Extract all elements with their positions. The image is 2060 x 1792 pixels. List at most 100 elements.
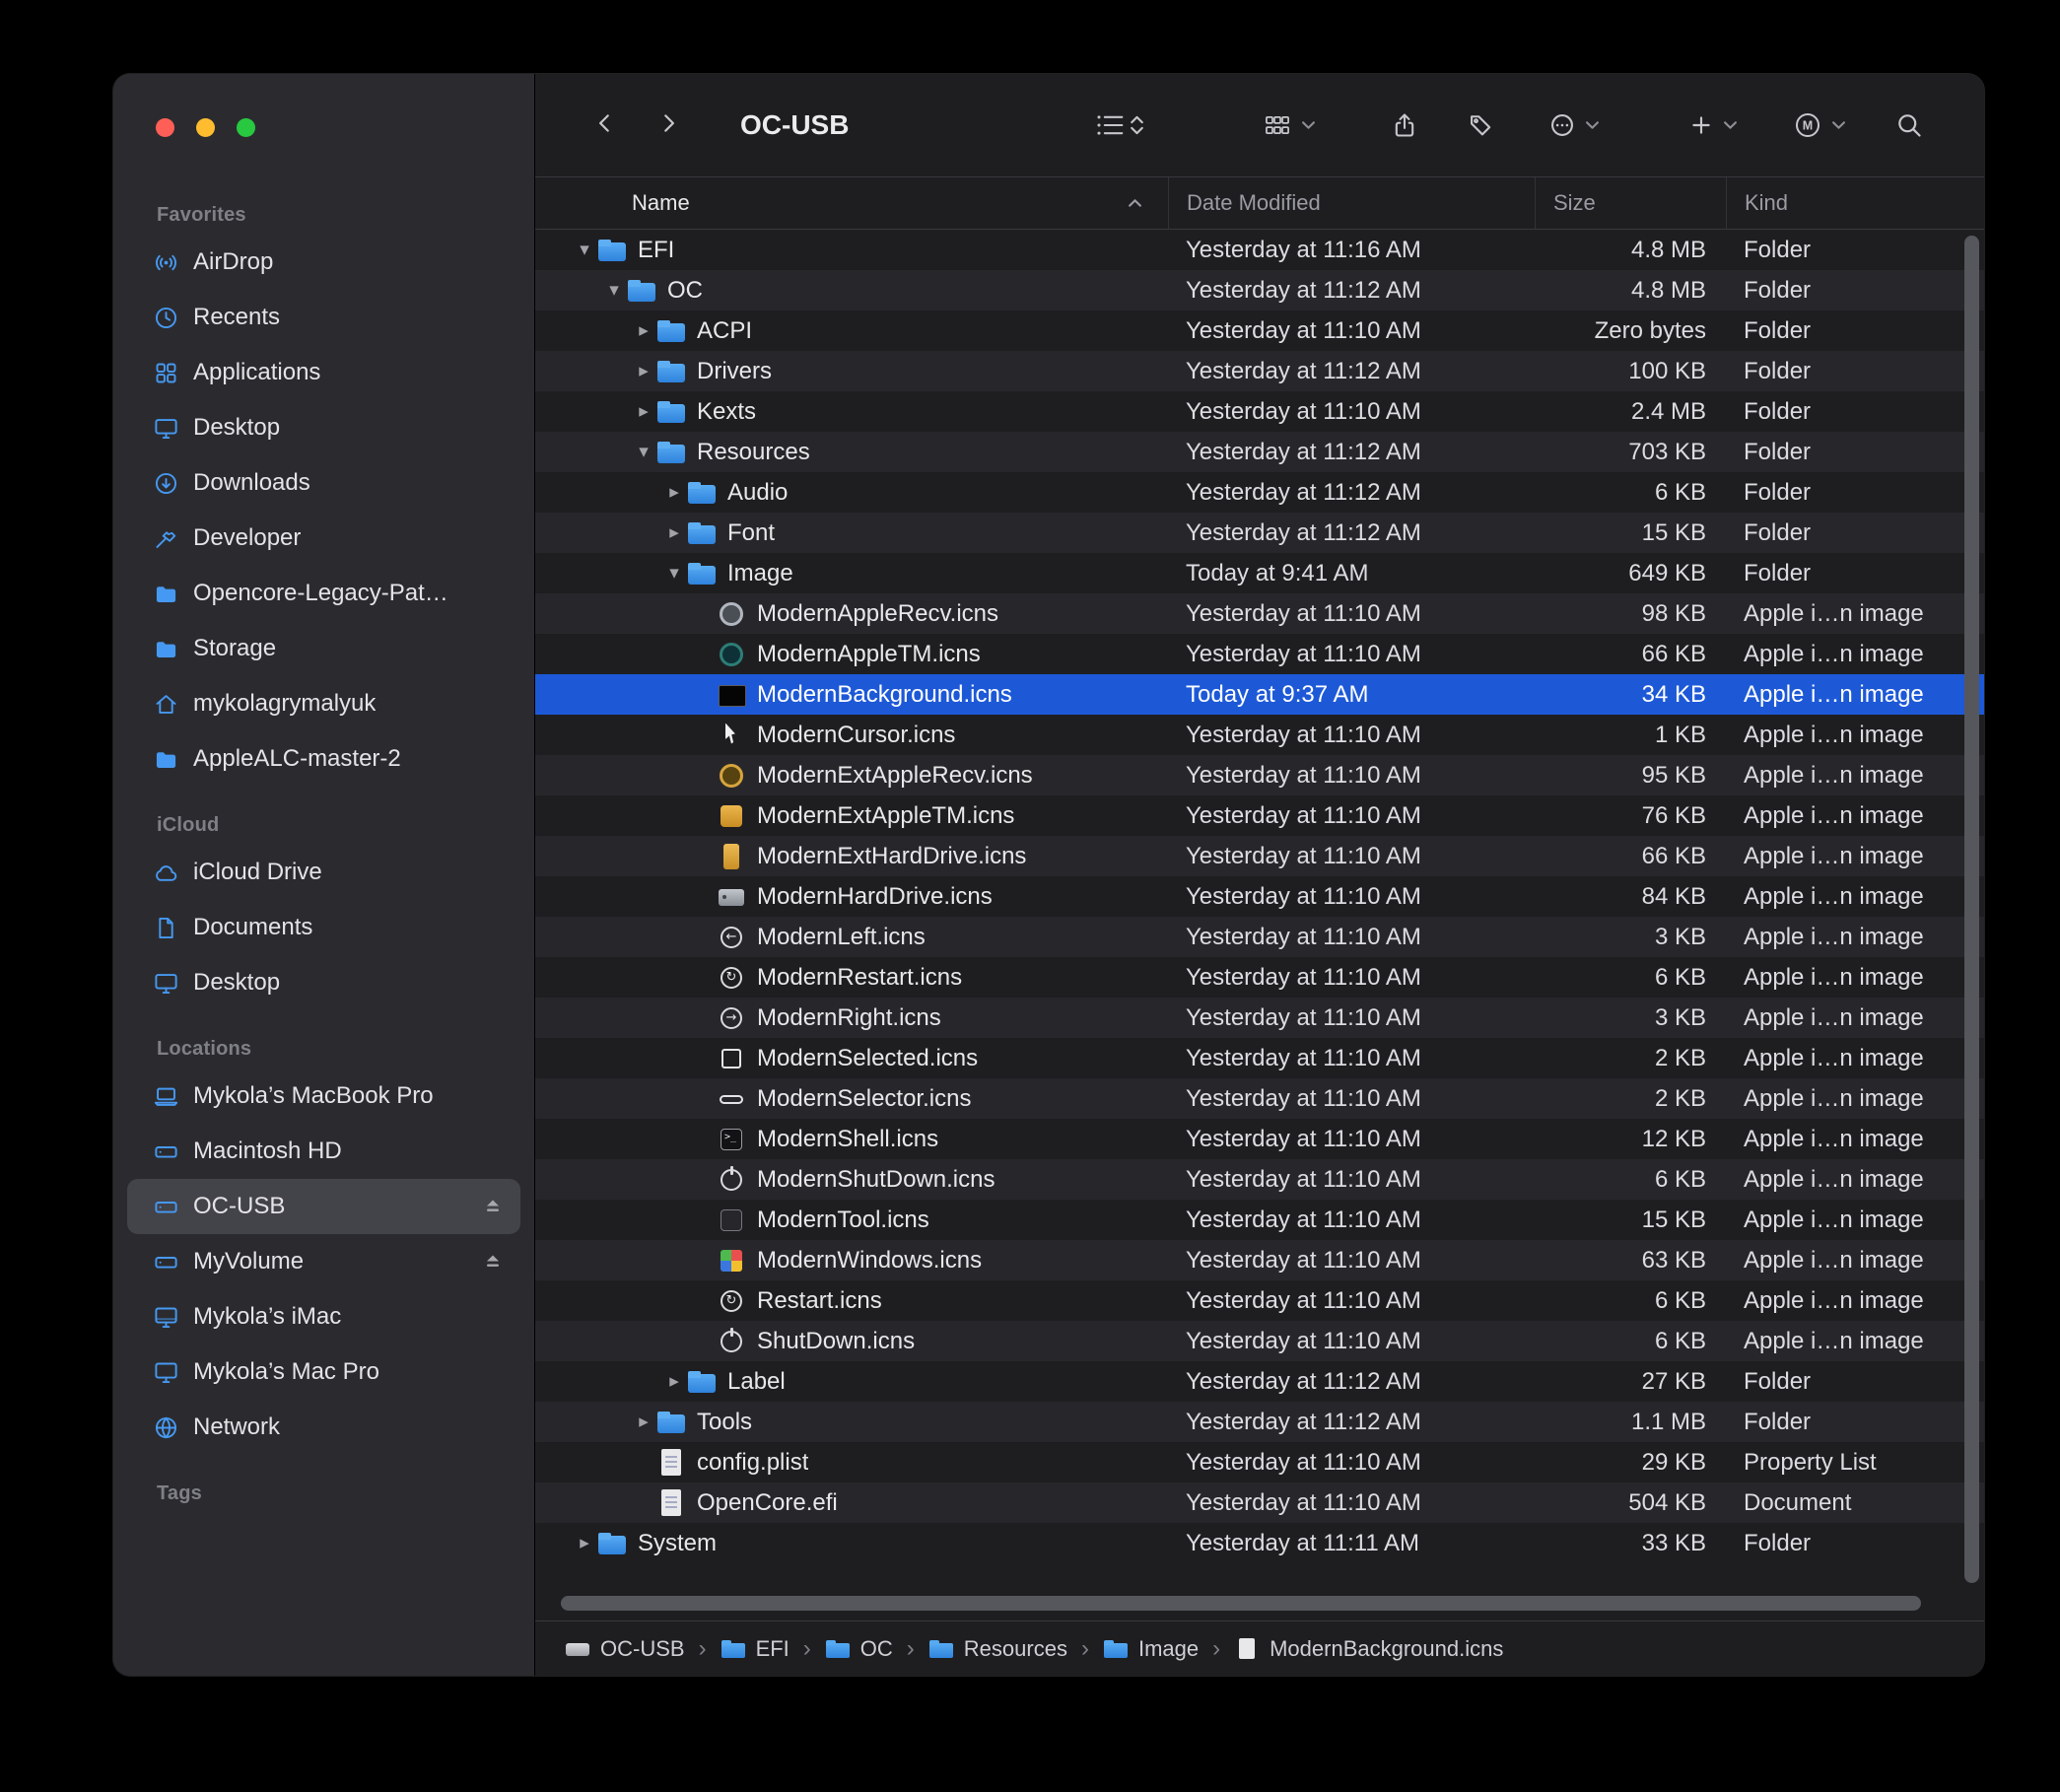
table-row[interactable]: ModernAppleRecv.icns Yesterday at 11:10 … <box>535 593 1984 634</box>
table-row[interactable]: ShutDown.icns Yesterday at 11:10 AM 6 KB… <box>535 1321 1984 1361</box>
disclosure-triangle[interactable] <box>631 321 656 340</box>
table-row[interactable]: ModernCursor.icns Yesterday at 11:10 AM … <box>535 715 1984 755</box>
disclosure-triangle[interactable] <box>661 564 687 583</box>
table-row[interactable]: ModernExtAppleRecv.icns Yesterday at 11:… <box>535 755 1984 795</box>
eject-icon[interactable] <box>481 1195 505 1218</box>
disclosure-triangle[interactable] <box>631 402 656 421</box>
horizontal-scrollbar[interactable] <box>561 1596 1921 1611</box>
group-by-button[interactable] <box>1263 111 1316 139</box>
search-button[interactable] <box>1895 111 1923 139</box>
table-row[interactable]: Tools Yesterday at 11:12 AM 1.1 MB Folde… <box>535 1402 1984 1442</box>
sidebar-item-desktop[interactable]: Desktop <box>127 400 520 455</box>
table-row[interactable]: ModernSelected.icns Yesterday at 11:10 A… <box>535 1038 1984 1078</box>
disclosure-triangle[interactable] <box>661 1372 687 1391</box>
sidebar-item-developer[interactable]: Developer <box>127 511 520 566</box>
sidebar-item-myvolume[interactable]: MyVolume <box>127 1234 520 1289</box>
table-row[interactable]: EFI Yesterday at 11:16 AM 4.8 MB Folder <box>535 230 1984 270</box>
table-row[interactable]: ModernRestart.icns Yesterday at 11:10 AM… <box>535 957 1984 998</box>
share-button[interactable] <box>1391 110 1418 140</box>
table-row[interactable]: OC Yesterday at 11:12 AM 4.8 MB Folder <box>535 270 1984 310</box>
back-button[interactable] <box>590 108 620 142</box>
view-switcher-button[interactable] <box>1095 111 1144 139</box>
table-row[interactable]: ModernSelector.icns Yesterday at 11:10 A… <box>535 1078 1984 1119</box>
disclosure-triangle[interactable] <box>661 523 687 542</box>
table-row[interactable]: ModernBackground.icns Today at 9:37 AM 3… <box>535 674 1984 715</box>
sidebar-item-icloud-drive[interactable]: iCloud Drive <box>127 845 520 900</box>
sidebar-item-desktop-icloud[interactable]: Desktop <box>127 955 520 1010</box>
disclosure-triangle[interactable] <box>572 241 597 259</box>
table-row[interactable]: ModernShutDown.icns Yesterday at 11:10 A… <box>535 1159 1984 1200</box>
table-row[interactable]: Restart.icns Yesterday at 11:10 AM 6 KB … <box>535 1280 1984 1321</box>
breadcrumb-item[interactable]: Resources › <box>928 1635 1103 1663</box>
table-row[interactable]: Font Yesterday at 11:12 AM 15 KB Folder <box>535 513 1984 553</box>
sidebar-item-recents[interactable]: Recents <box>127 290 520 345</box>
table-row[interactable]: ModernAppleTM.icns Yesterday at 11:10 AM… <box>535 634 1984 674</box>
table-row[interactable]: ModernExtAppleTM.icns Yesterday at 11:10… <box>535 795 1984 836</box>
column-header-name[interactable]: Name <box>535 177 1168 229</box>
sidebar-item-home[interactable]: mykolagrymalyuk <box>127 676 520 731</box>
breadcrumb-label: EFI <box>756 1636 790 1662</box>
breadcrumb-item[interactable]: EFI › <box>721 1635 825 1663</box>
disclosure-triangle[interactable] <box>631 362 656 380</box>
table-row[interactable]: Drivers Yesterday at 11:12 AM 100 KB Fol… <box>535 351 1984 391</box>
table-row[interactable]: ModernTool.icns Yesterday at 11:10 AM 15… <box>535 1200 1984 1240</box>
breadcrumb-item[interactable]: ModernBackground.icns › <box>1234 1636 1503 1662</box>
file-icon <box>656 1448 686 1478</box>
user-menu-button[interactable]: M <box>1793 110 1846 140</box>
table-row[interactable]: ModernRight.icns Yesterday at 11:10 AM 3… <box>535 998 1984 1038</box>
breadcrumb-item[interactable]: OC-USB › <box>565 1635 721 1663</box>
breadcrumb-item[interactable]: OC › <box>825 1635 928 1663</box>
more-actions-button[interactable] <box>1548 111 1600 139</box>
file-list: EFI Yesterday at 11:16 AM 4.8 MB Folder … <box>535 230 1984 1563</box>
table-row[interactable]: Label Yesterday at 11:12 AM 27 KB Folder <box>535 1361 1984 1402</box>
desktop-icon <box>153 970 179 997</box>
eject-icon[interactable] <box>481 1250 505 1274</box>
sidebar-item-imac[interactable]: Mykola’s iMac <box>127 1289 520 1344</box>
column-header-date-modified[interactable]: Date Modified <box>1168 177 1535 229</box>
table-row[interactable]: ModernExtHardDrive.icns Yesterday at 11:… <box>535 836 1984 876</box>
sidebar-item-downloads[interactable]: Downloads <box>127 455 520 511</box>
table-row[interactable]: Kexts Yesterday at 11:10 AM 2.4 MB Folde… <box>535 391 1984 432</box>
sidebar-item-opencore-legacy-patcher[interactable]: Opencore-Legacy-Pat… <box>127 566 520 621</box>
sidebar-item-applealc[interactable]: AppleALC-master-2 <box>127 731 520 787</box>
tags-button[interactable] <box>1468 111 1495 139</box>
add-button[interactable] <box>1688 112 1738 138</box>
list-view-icon <box>1095 111 1144 139</box>
breadcrumb-item[interactable]: Image › <box>1103 1635 1234 1663</box>
sidebar-item-mac-pro[interactable]: Mykola’s Mac Pro <box>127 1344 520 1400</box>
minimize-window-button[interactable] <box>196 118 215 137</box>
close-window-button[interactable] <box>156 118 174 137</box>
table-row[interactable]: ModernShell.icns Yesterday at 11:10 AM 1… <box>535 1119 1984 1159</box>
table-row[interactable]: ACPI Yesterday at 11:10 AM Zero bytes Fo… <box>535 310 1984 351</box>
size-cell: 1 KB <box>1535 722 1726 749</box>
table-row[interactable]: ModernLeft.icns Yesterday at 11:10 AM 3 … <box>535 917 1984 957</box>
disclosure-triangle[interactable] <box>631 443 656 461</box>
disclosure-triangle[interactable] <box>631 1413 656 1431</box>
table-row[interactable]: System Yesterday at 11:11 AM 33 KB Folde… <box>535 1523 1984 1563</box>
display-icon <box>153 1359 179 1386</box>
sidebar-item-macintosh-hd[interactable]: Macintosh HD <box>127 1124 520 1179</box>
column-header-kind[interactable]: Kind <box>1726 177 1984 229</box>
forward-button[interactable] <box>653 108 683 142</box>
disclosure-triangle[interactable] <box>572 1534 597 1552</box>
size-cell: 703 KB <box>1535 439 1726 466</box>
sidebar-item-storage[interactable]: Storage <box>127 621 520 676</box>
table-row[interactable]: Audio Yesterday at 11:12 AM 6 KB Folder <box>535 472 1984 513</box>
sidebar-item-applications[interactable]: Applications <box>127 345 520 400</box>
sidebar-item-macbook-pro[interactable]: Mykola’s MacBook Pro <box>127 1068 520 1124</box>
vertical-scrollbar[interactable] <box>1964 236 1979 1583</box>
table-row[interactable]: OpenCore.efi Yesterday at 11:10 AM 504 K… <box>535 1482 1984 1523</box>
sidebar-item-network[interactable]: Network <box>127 1400 520 1455</box>
column-header-size[interactable]: Size <box>1535 177 1726 229</box>
disclosure-triangle[interactable] <box>661 483 687 502</box>
table-row[interactable]: Image Today at 9:41 AM 649 KB Folder <box>535 553 1984 593</box>
table-row[interactable]: Resources Yesterday at 11:12 AM 703 KB F… <box>535 432 1984 472</box>
zoom-window-button[interactable] <box>237 118 255 137</box>
disclosure-triangle[interactable] <box>601 281 627 300</box>
sidebar-item-oc-usb[interactable]: OC-USB <box>127 1179 520 1234</box>
sidebar-item-airdrop[interactable]: AirDrop <box>127 235 520 290</box>
table-row[interactable]: config.plist Yesterday at 11:10 AM 29 KB… <box>535 1442 1984 1482</box>
table-row[interactable]: ModernHardDrive.icns Yesterday at 11:10 … <box>535 876 1984 917</box>
table-row[interactable]: ModernWindows.icns Yesterday at 11:10 AM… <box>535 1240 1984 1280</box>
sidebar-item-documents[interactable]: Documents <box>127 900 520 955</box>
